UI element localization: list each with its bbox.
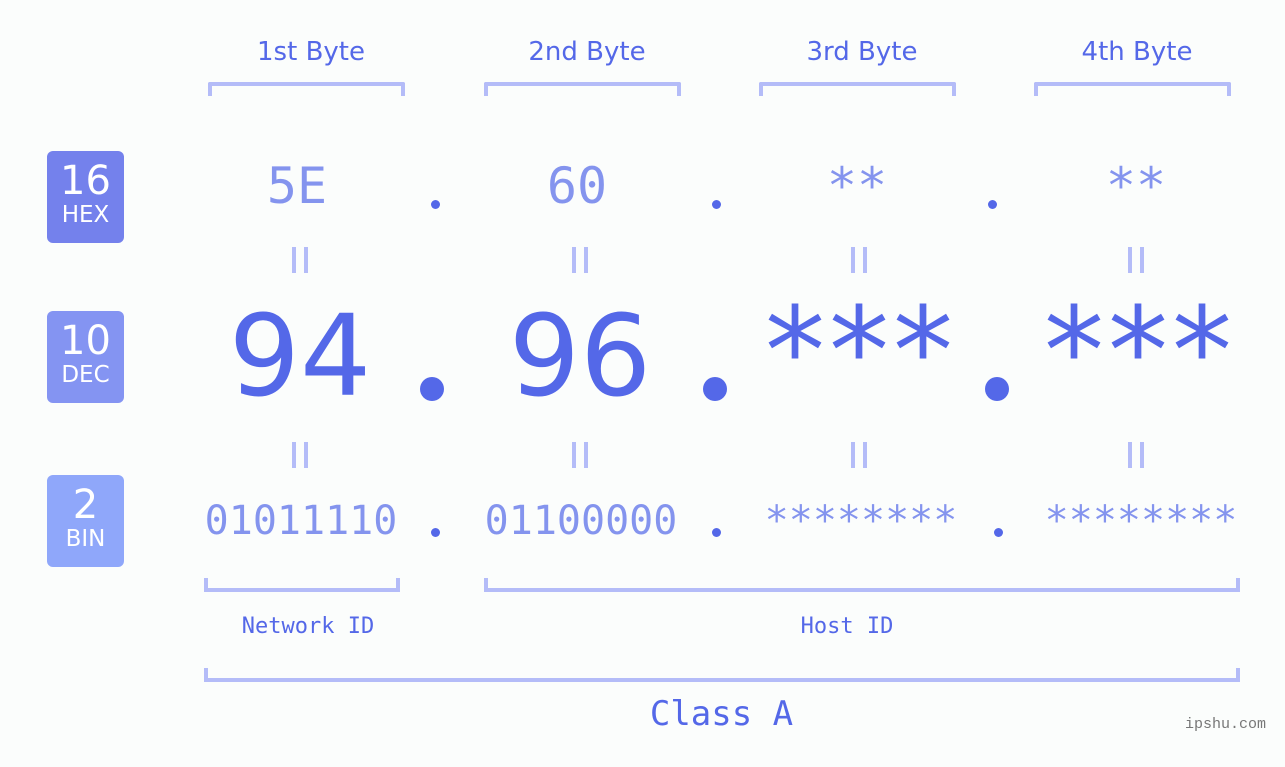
equals-icon: [572, 247, 588, 273]
dec-badge-number: 10: [60, 318, 111, 364]
dec-separator-dot-2: [703, 377, 727, 401]
byte-bracket-1: [208, 82, 405, 96]
bin-separator-dot-2: [712, 528, 721, 537]
network-id-label: Network ID: [241, 614, 375, 639]
host-id-bracket: [484, 578, 1240, 592]
equals-icon: [851, 442, 867, 468]
equals-icon: [572, 442, 588, 468]
hex-badge-label: HEX: [61, 202, 110, 228]
bin-value-2: 01100000: [484, 498, 678, 544]
dec-value-1: 94: [228, 292, 372, 422]
dec-badge: 10 DEC: [47, 311, 124, 403]
dec-value-4: ***: [1044, 283, 1236, 422]
bin-badge: 2 BIN: [47, 475, 124, 567]
byte-header-2: 2nd Byte: [528, 37, 646, 67]
dec-value-3: ***: [765, 283, 957, 422]
bin-separator-dot-1: [431, 528, 440, 537]
hex-badge: 16 HEX: [47, 151, 124, 243]
hex-separator-dot-1: [431, 200, 440, 209]
bin-badge-label: BIN: [65, 526, 106, 552]
bin-value-1: 01011110: [204, 498, 398, 544]
byte-bracket-2: [484, 82, 681, 96]
byte-header-1: 1st Byte: [257, 37, 365, 67]
byte-header-3: 3rd Byte: [806, 37, 918, 67]
dec-badge-label: DEC: [61, 362, 110, 388]
hex-badge-number: 16: [60, 158, 111, 204]
host-id-label: Host ID: [800, 614, 894, 639]
hex-value-3: **: [826, 157, 888, 215]
bin-badge-number: 2: [72, 482, 99, 528]
hex-value-4: **: [1105, 157, 1167, 215]
dec-separator-dot-1: [420, 377, 444, 401]
watermark: ipshu.com: [1184, 716, 1266, 733]
bin-value-3: ********: [764, 498, 958, 544]
hex-separator-dot-2: [712, 200, 721, 209]
equals-icon: [851, 247, 867, 273]
class-label: Class A: [649, 694, 794, 734]
bin-value-4: ********: [1044, 498, 1238, 544]
network-id-bracket: [204, 578, 400, 592]
equals-icon: [292, 247, 308, 273]
hex-separator-dot-3: [988, 200, 997, 209]
byte-bracket-4: [1034, 82, 1231, 96]
class-bracket: [204, 668, 1240, 682]
hex-value-1: 5E: [266, 157, 328, 215]
equals-icon: [292, 442, 308, 468]
bin-separator-dot-3: [994, 528, 1003, 537]
byte-bracket-3: [759, 82, 956, 96]
equals-icon: [1128, 247, 1144, 273]
equals-icon: [1128, 442, 1144, 468]
hex-value-2: 60: [546, 157, 608, 215]
byte-header-4: 4th Byte: [1081, 37, 1193, 67]
dec-value-2: 96: [508, 292, 652, 422]
dec-separator-dot-3: [985, 377, 1009, 401]
